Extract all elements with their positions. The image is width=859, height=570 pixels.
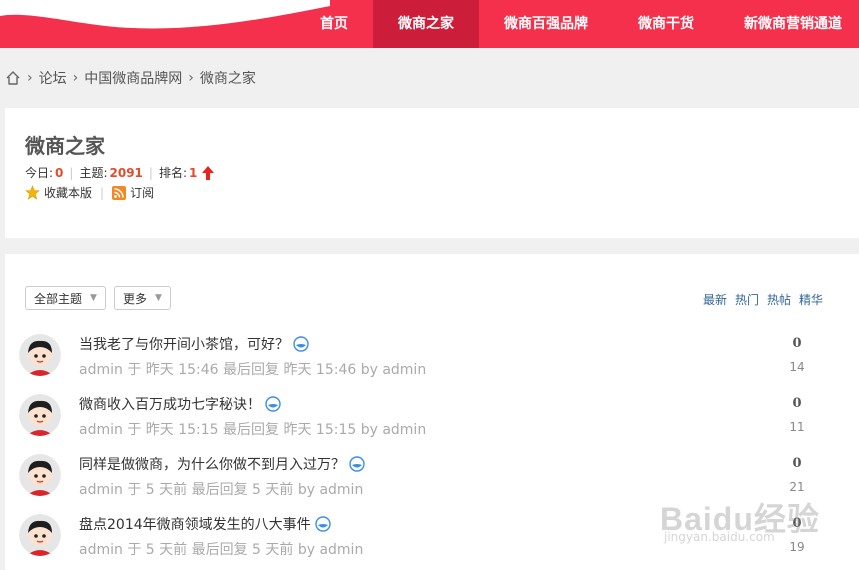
thread-title-link[interactable]: 盘点2014年微商领域发生的八大事件 [79, 514, 331, 534]
thread-meta: admin 于 昨天 15:46 最后回复 昨天 15:46 by admin [79, 362, 427, 378]
avatar[interactable] [19, 334, 61, 376]
rank-label: 排名: [158, 166, 187, 180]
chevron-down-icon: ▼ [154, 293, 162, 303]
main-nav: 首页 微商之家 微商百强品牌 微商干货 新微商营销通道 [295, 0, 859, 48]
breadcrumb-brand-site[interactable]: 中国微商品牌网 [84, 68, 182, 88]
subscribe-label: 订阅 [130, 186, 155, 200]
new-thread-icon [349, 456, 365, 472]
thread-filters: 全部主题 ▼ 更多 ▼ [25, 286, 179, 310]
reply-count: 0 [792, 516, 802, 531]
avatar[interactable] [19, 514, 61, 556]
reply-count: 0 [792, 396, 802, 411]
chevron-right-icon: › [72, 70, 79, 86]
avatar[interactable] [19, 394, 61, 436]
nav-item-tips[interactable]: 微商干货 [613, 0, 719, 48]
forum-title: 微商之家 [25, 134, 105, 158]
breadcrumb-forum[interactable]: 论坛 [39, 68, 67, 88]
thread-title-link[interactable]: 当我老了与你开间小茶馆，可好？ [79, 334, 309, 354]
table-row: 当我老了与你开间小茶馆，可好？ admin 于 昨天 15:46 最后回复 昨天… [5, 334, 859, 394]
thread-meta: admin 于 5 天前 最后回复 5 天前 by admin [79, 542, 364, 558]
chevron-down-icon: ▼ [90, 293, 97, 303]
favorite-button[interactable]: 收藏本版 [25, 184, 92, 201]
arrow-up-icon [202, 165, 215, 180]
sort-hot-link[interactable]: 热帖 [767, 291, 791, 308]
forum-stats: 今日: 0 | 主题: 2091 | 排名: 1 [25, 164, 215, 181]
new-thread-icon [265, 396, 281, 412]
table-row: 微商收入百万成功七字秘诀！ admin 于 昨天 15:15 最后回复 昨天 1… [5, 394, 859, 454]
today-value: 0 [55, 165, 64, 180]
thread-title: 当我老了与你开间小茶馆，可好？ [79, 337, 289, 353]
divider: | [69, 165, 74, 180]
home-icon[interactable] [5, 70, 21, 86]
thread-meta: admin 于 昨天 15:15 最后回复 昨天 15:15 by admin [79, 422, 427, 438]
favorite-label: 收藏本版 [44, 186, 93, 200]
table-row: 盘点2014年微商领域发生的八大事件 admin 于 5 天前 最后回复 5 天… [5, 514, 859, 570]
nav-item-marketing[interactable]: 新微商营销通道 [719, 0, 859, 48]
rank-value: 1 [189, 165, 198, 180]
reply-count: 0 [792, 336, 802, 351]
breadcrumb: › 论坛 › 中国微商品牌网 › 微商之家 [5, 64, 256, 92]
chevron-right-icon: › [27, 70, 33, 86]
sort-latest-link[interactable]: 最新 [703, 291, 727, 308]
breadcrumb-current[interactable]: 微商之家 [200, 68, 256, 88]
subscribe-button[interactable]: 订阅 [112, 184, 154, 201]
thread-list-panel: 全部主题 ▼ 更多 ▼ 最新 热门 热帖 精华 当我老了与你开间小茶馆，可好？ … [5, 254, 859, 570]
view-count: 11 [789, 420, 805, 434]
sort-digest-link[interactable]: 精华 [799, 291, 823, 308]
rss-icon [112, 185, 127, 200]
header-wave-decoration [0, 0, 330, 29]
thread-title: 同样是做微商，为什么你做不到月入过万？ [79, 457, 345, 473]
today-label: 今日: [25, 166, 54, 180]
sort-popular-link[interactable]: 热门 [735, 291, 759, 308]
forum-actions: 收藏本版 | 订阅 [25, 184, 154, 201]
thread-title-link[interactable]: 同样是做微商，为什么你做不到月入过万？ [79, 454, 365, 474]
forum-info-panel: 微商之家 今日: 0 | 主题: 2091 | 排名: 1 收藏本版 | 订阅 [5, 108, 859, 238]
thread-type-value: 全部主题 [34, 291, 83, 306]
nav-item-top-brands[interactable]: 微商百强品牌 [479, 0, 613, 48]
thread-title-link[interactable]: 微商收入百万成功七字秘诀！ [79, 394, 281, 414]
more-value: 更多 [122, 291, 147, 306]
sort-links: 最新 热门 热帖 精华 [695, 291, 823, 308]
thread-type-select[interactable]: 全部主题 ▼ [25, 286, 106, 310]
thread-title: 盘点2014年微商领域发生的八大事件 [79, 517, 311, 533]
topics-label: 主题: [79, 166, 108, 180]
table-row: 同样是做微商，为什么你做不到月入过万？ admin 于 5 天前 最后回复 5 … [5, 454, 859, 514]
thread-title: 微商收入百万成功七字秘诀！ [79, 397, 261, 413]
top-header: 首页 微商之家 微商百强品牌 微商干货 新微商营销通道 [0, 0, 859, 48]
avatar[interactable] [19, 454, 61, 496]
new-thread-icon [293, 336, 309, 352]
nav-item-home[interactable]: 首页 [295, 0, 373, 48]
nav-item-weishang-home[interactable]: 微商之家 [373, 0, 479, 48]
view-count: 19 [789, 540, 805, 554]
divider: | [148, 165, 153, 180]
reply-count: 0 [792, 456, 802, 471]
chevron-right-icon: › [188, 70, 194, 86]
star-icon [25, 185, 40, 200]
topics-value: 2091 [109, 165, 143, 180]
view-count: 21 [789, 480, 805, 494]
thread-meta: admin 于 5 天前 最后回复 5 天前 by admin [79, 482, 364, 498]
divider: | [100, 185, 105, 200]
more-select[interactable]: 更多 ▼ [113, 286, 171, 310]
new-thread-icon [314, 516, 331, 532]
view-count: 14 [789, 360, 805, 374]
